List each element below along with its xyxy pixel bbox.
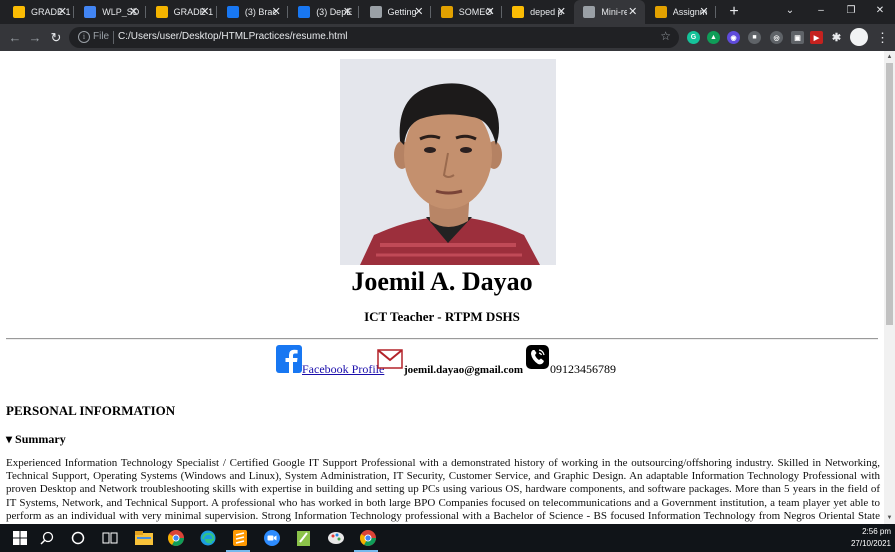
clock-time: 2:56 pm (862, 527, 891, 536)
phone-icon (526, 345, 549, 369)
vertical-scrollbar[interactable]: ▲ ▼ (884, 51, 895, 524)
tab-separator (429, 6, 431, 18)
back-button[interactable]: ← (5, 28, 25, 48)
browser-tab[interactable]: Mini-res ✕ (574, 0, 645, 24)
tab-close-icon[interactable]: ✕ (56, 5, 68, 19)
email-text: joemil.dayao@gmail.com (404, 364, 523, 376)
restore-button[interactable]: ❐ (836, 0, 866, 24)
extensions-puzzle-icon[interactable]: ✱ (830, 31, 843, 44)
tab-separator (287, 6, 289, 18)
assignment-icon (654, 6, 667, 18)
google-drive-icon (13, 6, 25, 18)
personal-information-heading: PERSONAL INFORMATION (6, 403, 176, 418)
bookmark-star-icon[interactable]: ☆ (660, 29, 671, 43)
extension-icon[interactable]: ◎ (770, 31, 783, 44)
scrollbar-thumb[interactable] (886, 63, 893, 325)
taskbar-clock[interactable]: 2:56 pm 27/10/2021 (851, 526, 891, 550)
browser-tab[interactable]: deped p ✕ (503, 0, 573, 24)
tab-close-icon[interactable]: ✕ (128, 5, 140, 19)
summary-paragraph: Experienced Information Technology Speci… (6, 457, 880, 524)
grammarly-extension-icon[interactable]: G (687, 31, 700, 44)
envelope-icon (377, 349, 403, 369)
facebook-icon (226, 6, 239, 18)
search-icon[interactable] (37, 528, 57, 548)
cortana-icon[interactable] (68, 528, 88, 548)
chrome-icon[interactable] (358, 528, 378, 548)
browser-tab[interactable]: GRADE 1 ✕ (147, 0, 217, 24)
tab-separator (73, 6, 75, 18)
header-divider (6, 338, 878, 340)
browser-menu-icon[interactable]: ⋮ (876, 29, 889, 46)
tab-separator (501, 6, 503, 18)
browser-toolbar: ← → ↻ i File C:/Users/user/Desktop/HTMLP… (0, 24, 895, 51)
close-window-button[interactable]: ✕ (865, 0, 895, 24)
facebook-profile-link[interactable]: Facebook Profile (302, 362, 384, 377)
windows-taskbar: 2:56 pm 27/10/2021 (0, 524, 895, 552)
url-text[interactable]: C:/Users/user/Desktop/HTMLPractices/resu… (118, 31, 348, 42)
browser-tab[interactable]: Getting ✕ (361, 0, 431, 24)
browser-tab[interactable]: (3) DepE ✕ (289, 0, 360, 24)
tab-close-icon[interactable]: ✕ (555, 5, 567, 19)
tab-close-icon[interactable]: ✕ (698, 5, 710, 19)
edge-icon[interactable] (198, 528, 218, 548)
paint-icon[interactable] (326, 528, 346, 548)
google-drive-icon (512, 6, 525, 18)
browser-tab[interactable]: (3) Brac ✕ (218, 0, 289, 24)
tab-separator (144, 6, 146, 18)
grammarly-icon (440, 6, 453, 18)
browser-tab[interactable]: SOMEO ✕ (432, 0, 503, 24)
code-icon (369, 6, 382, 18)
new-tab-button[interactable]: + (724, 2, 744, 22)
file-explorer-icon[interactable] (134, 528, 154, 548)
tab-close-icon[interactable]: ✕ (484, 5, 496, 19)
zoom-icon[interactable] (262, 528, 282, 548)
portrait-image (340, 59, 556, 265)
notepad-plus-icon[interactable] (294, 528, 314, 548)
tab-close-icon[interactable]: ✕ (270, 5, 282, 19)
tab-separator (358, 6, 360, 18)
page-viewport: Joemil A. Dayao ICT Teacher - RTPM DSHS … (0, 51, 884, 524)
scheme-label: File (93, 31, 110, 42)
sublime-text-icon[interactable] (230, 528, 250, 548)
info-icon[interactable]: i (78, 31, 90, 43)
google-docs-icon (84, 6, 97, 18)
clock-date: 27/10/2021 (850, 539, 891, 548)
browser-tab[interactable]: GRADE 1 ✕ (4, 0, 75, 24)
address-bar[interactable]: i File C:/Users/user/Desktop/HTMLPractic… (69, 27, 679, 48)
camera-extension-icon[interactable]: ■ (748, 31, 761, 44)
tab-close-icon[interactable]: ✕ (199, 5, 211, 19)
google-slides-icon (155, 6, 168, 18)
globe-icon (583, 6, 596, 18)
resume-role-subheading: ICT Teacher - RTPM DSHS (364, 309, 520, 324)
tab-separator (215, 6, 217, 18)
profile-photo (340, 59, 556, 265)
tab-close-icon[interactable]: ✕ (341, 5, 353, 19)
extension-icon[interactable]: ▣ (791, 31, 804, 44)
tab-close-icon[interactable]: ✕ (626, 5, 639, 19)
forward-button[interactable]: → (25, 28, 45, 48)
windows-start-icon[interactable] (10, 528, 30, 548)
browser-tab-strip: + ⌄ – ❐ ✕ GRADE 1 ✕ WLP_SD ✕ GRADE 1 ✕ (3) Bra… (0, 0, 895, 24)
scroll-up-arrow-icon[interactable]: ▲ (884, 51, 895, 63)
task-view-icon[interactable] (100, 528, 120, 548)
phone-number-text: 09123456789 (550, 362, 616, 376)
resume-name-heading: Joemil A. Dayao (351, 267, 533, 296)
tab-close-icon[interactable]: ✕ (413, 5, 425, 19)
profile-avatar[interactable] (850, 28, 868, 46)
tab-separator (714, 6, 716, 18)
facebook-icon (298, 6, 311, 18)
reload-button[interactable]: ↻ (46, 28, 66, 48)
extension-icon[interactable]: ◉ (727, 31, 740, 44)
browser-tab[interactable]: Assignm ✕ (646, 0, 716, 24)
extension-icon[interactable]: ▲ (707, 31, 720, 44)
extension-icon[interactable]: ▶ (810, 31, 823, 44)
scroll-down-arrow-icon[interactable]: ▼ (884, 512, 895, 524)
summary-toggle[interactable]: ▾ Summary (6, 432, 66, 447)
minimize-button[interactable]: – (806, 0, 836, 24)
chrome-icon[interactable] (166, 528, 186, 548)
facebook-icon[interactable] (276, 345, 302, 373)
browser-tab[interactable]: WLP_SD ✕ (75, 0, 146, 24)
tab-search-icon[interactable]: ⌄ (775, 0, 805, 24)
address-divider (113, 31, 114, 44)
